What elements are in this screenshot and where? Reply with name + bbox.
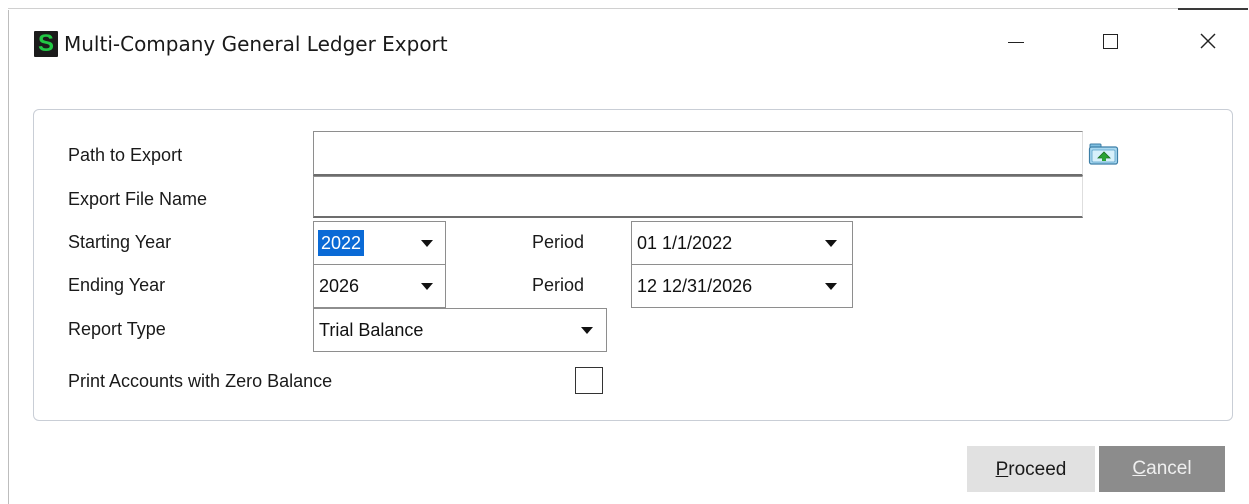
ending-period-select[interactable]: 12 12/31/2026 <box>631 264 853 308</box>
ending-period-label: Period <box>532 275 585 295</box>
chevron-down-icon <box>825 283 837 290</box>
dialog-window: S Multi-Company General Ledger Export Pa… <box>0 0 1249 504</box>
path-to-export-input[interactable] <box>313 131 1083 176</box>
starting-year-label: Starting Year <box>68 232 172 252</box>
folder-icon <box>1088 143 1119 165</box>
close-icon <box>1200 33 1216 49</box>
starting-period-select[interactable]: 01 1/1/2022 <box>631 221 853 265</box>
report-type-label: Report Type <box>68 319 166 339</box>
export-file-name-label: Export File Name <box>68 189 208 209</box>
proceed-button[interactable]: Proceed <box>967 446 1095 492</box>
app-logo-icon: S <box>34 30 58 57</box>
zero-balance-checkbox[interactable] <box>575 367 603 394</box>
ending-year-value: 2026 <box>319 276 360 296</box>
window-title: Multi-Company General Ledger Export <box>64 32 448 56</box>
title-bar[interactable]: S Multi-Company General Ledger Export <box>0 0 1249 86</box>
chevron-down-icon <box>421 283 433 290</box>
starting-period-label: Period <box>532 232 585 252</box>
report-type-value: Trial Balance <box>319 320 424 340</box>
zero-balance-label: Print Accounts with Zero Balance <box>68 371 333 391</box>
path-to-export-label: Path to Export <box>68 145 183 165</box>
report-type-select[interactable]: Trial Balance <box>313 308 607 352</box>
chevron-down-icon <box>421 240 433 247</box>
minimize-button[interactable] <box>993 22 1039 62</box>
browse-folder-button[interactable] <box>1088 139 1120 167</box>
cancel-button[interactable]: Cancel <box>1099 446 1225 492</box>
maximize-button[interactable] <box>1087 22 1133 62</box>
export-file-name-input[interactable] <box>313 176 1083 218</box>
starting-year-select[interactable]: 2022 <box>313 221 446 265</box>
ending-year-label: Ending Year <box>68 275 166 295</box>
starting-year-value: 2022 <box>318 230 365 256</box>
starting-period-value: 01 1/1/2022 <box>637 233 733 253</box>
chevron-down-icon <box>825 240 837 247</box>
ending-period-value: 12 12/31/2026 <box>637 276 753 296</box>
ending-year-select[interactable]: 2026 <box>313 264 446 308</box>
chevron-down-icon <box>581 327 593 334</box>
close-button[interactable] <box>1185 22 1231 62</box>
